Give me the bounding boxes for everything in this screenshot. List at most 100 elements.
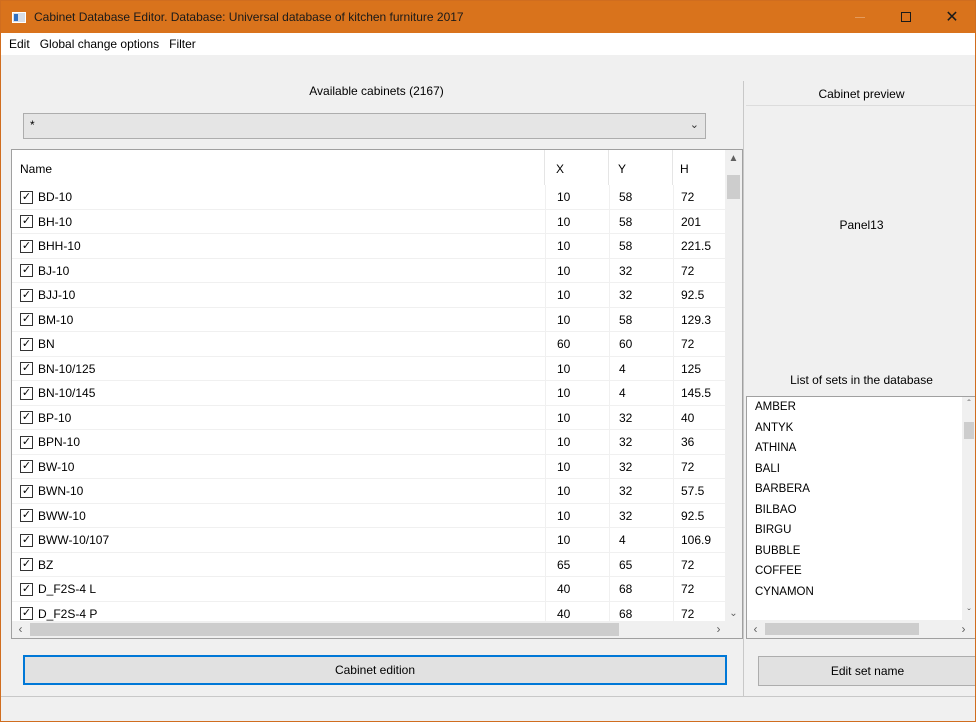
checkbox[interactable]: ✓ bbox=[20, 337, 33, 351]
scroll-down-icon[interactable]: ˇ bbox=[962, 608, 975, 619]
table-row[interactable]: ✓ BN-10/145 10 4 145.5 bbox=[12, 381, 727, 406]
cabinet-edition-button[interactable]: Cabinet edition bbox=[23, 655, 727, 685]
column-header-name[interactable]: Name bbox=[12, 150, 545, 185]
table-row[interactable]: ✓ D_F2S-4 L 40 68 72 bbox=[12, 577, 727, 602]
checkbox[interactable]: ✓ bbox=[20, 607, 33, 620]
cabinet-name: BW-10 bbox=[38, 459, 75, 474]
name-cell: ✓ BD-10 bbox=[12, 185, 545, 209]
list-item[interactable]: BILBAO bbox=[747, 500, 975, 521]
scroll-left-icon[interactable]: ‹ bbox=[12, 621, 29, 638]
list-item[interactable]: BUBBLE bbox=[747, 541, 975, 562]
list-item[interactable]: ANTYK bbox=[747, 418, 975, 439]
cabinet-name: BPN-10 bbox=[38, 435, 81, 449]
scroll-down-icon[interactable]: ⌄ bbox=[725, 605, 742, 622]
name-cell: ✓ BZ bbox=[12, 553, 545, 577]
table-row[interactable]: ✓ BD-10 10 58 72 bbox=[12, 185, 727, 210]
cabinet-name: BN-10/145 bbox=[38, 386, 96, 400]
checkbox[interactable]: ✓ bbox=[20, 264, 33, 277]
scroll-thumb[interactable] bbox=[727, 175, 740, 199]
sets-list-header: List of sets in the database bbox=[790, 373, 933, 387]
scroll-up-icon[interactable]: ▲ bbox=[725, 150, 742, 167]
table-row[interactable]: ✓ BWN-10 10 32 57.5 bbox=[12, 479, 727, 504]
sets-vertical-scrollbar[interactable]: ˆ ˇ bbox=[962, 397, 975, 621]
title-bar[interactable]: Cabinet Database Editor. Database: Unive… bbox=[1, 1, 975, 33]
grid-horizontal-scrollbar[interactable]: ‹ › bbox=[12, 621, 727, 638]
table-row[interactable]: ✓ BH-10 10 58 201 bbox=[12, 209, 727, 234]
list-item[interactable]: CYNAMON bbox=[747, 582, 975, 603]
list-item[interactable]: ATHINA bbox=[747, 438, 975, 459]
menu-filter[interactable]: Filter bbox=[164, 34, 201, 54]
table-row[interactable]: ✓ BPN-10 10 32 36 bbox=[12, 430, 727, 455]
table-row[interactable]: ✓ BWW-10/107 10 4 106.9 bbox=[12, 528, 727, 553]
menu-edit[interactable]: Edit bbox=[4, 34, 35, 54]
checkbox[interactable]: ✓ bbox=[20, 313, 33, 326]
column-header-h[interactable]: H bbox=[673, 150, 727, 185]
x-cell: 10 bbox=[545, 381, 609, 405]
list-item[interactable]: COFFEE bbox=[747, 561, 975, 582]
checkbox[interactable]: ✓ bbox=[20, 190, 33, 204]
list-item[interactable]: BIRGU bbox=[747, 520, 975, 541]
y-cell: 4 bbox=[609, 381, 673, 405]
scroll-up-icon[interactable]: ˆ bbox=[962, 399, 975, 410]
minimize-button[interactable] bbox=[837, 1, 883, 33]
h-cell: 72 bbox=[673, 577, 727, 601]
edit-set-name-button[interactable]: Edit set name bbox=[758, 656, 975, 686]
name-cell: ✓ BWN-10 bbox=[12, 479, 545, 503]
checkbox[interactable]: ✓ bbox=[20, 215, 33, 228]
maximize-button[interactable] bbox=[883, 1, 929, 33]
table-row[interactable]: ✓ BN 60 60 72 bbox=[12, 332, 727, 357]
checkbox[interactable]: ✓ bbox=[20, 435, 33, 449]
table-row[interactable]: ✓ BN-10/125 10 4 125 bbox=[12, 356, 727, 381]
close-button[interactable]: ✕ bbox=[929, 1, 975, 33]
list-item[interactable]: AMBER bbox=[747, 397, 975, 418]
table-row[interactable]: ✓ BZ 65 65 72 bbox=[12, 552, 727, 577]
table-row[interactable]: ✓ BM-10 10 58 129.3 bbox=[12, 307, 727, 332]
scroll-right-icon[interactable]: › bbox=[955, 620, 972, 638]
filter-combobox[interactable]: * ⌄ bbox=[23, 113, 706, 139]
list-item[interactable]: BALI bbox=[747, 459, 975, 480]
vertical-splitter[interactable] bbox=[743, 81, 744, 696]
x-cell: 10 bbox=[545, 454, 609, 479]
column-header-x[interactable]: X bbox=[545, 150, 609, 185]
name-cell: ✓ BPN-10 bbox=[12, 430, 545, 454]
table-row[interactable]: ✓ BP-10 10 32 40 bbox=[12, 405, 727, 430]
chevron-down-icon[interactable]: ⌄ bbox=[690, 118, 699, 131]
scroll-thumb[interactable] bbox=[964, 422, 974, 439]
table-row[interactable]: ✓ BW-10 10 32 72 bbox=[12, 454, 727, 479]
name-cell: ✓ BN-10/125 bbox=[12, 357, 545, 381]
menu-global-change-options[interactable]: Global change options bbox=[35, 34, 164, 54]
checkbox[interactable]: ✓ bbox=[20, 288, 33, 302]
checkbox[interactable]: ✓ bbox=[20, 484, 33, 498]
table-row[interactable]: ✓ BJJ-10 10 32 92.5 bbox=[12, 283, 727, 308]
name-cell: ✓ BJJ-10 bbox=[12, 283, 545, 307]
checkbox[interactable]: ✓ bbox=[20, 411, 33, 424]
sets-listbox: AMBER ANTYK ATHINA BALI BARBERA BILBAO B… bbox=[746, 396, 975, 639]
table-row[interactable]: ✓ BJ-10 10 32 72 bbox=[12, 258, 727, 283]
checkbox[interactable]: ✓ bbox=[20, 533, 33, 547]
list-item[interactable]: BARBERA bbox=[747, 479, 975, 500]
scroll-left-icon[interactable]: ‹ bbox=[747, 620, 764, 638]
scroll-corner bbox=[725, 621, 742, 638]
grid-vertical-scrollbar[interactable]: ▲ ⌄ bbox=[725, 150, 742, 622]
checkbox[interactable]: ✓ bbox=[20, 558, 33, 571]
y-cell: 58 bbox=[609, 234, 673, 258]
checkbox[interactable]: ✓ bbox=[20, 386, 33, 400]
checkbox[interactable]: ✓ bbox=[20, 582, 33, 596]
checkbox[interactable]: ✓ bbox=[20, 362, 33, 375]
y-cell: 32 bbox=[609, 283, 673, 307]
checkbox[interactable]: ✓ bbox=[20, 239, 33, 253]
name-cell: ✓ BWW-10/107 bbox=[12, 528, 545, 552]
column-header-y[interactable]: Y bbox=[609, 150, 673, 185]
y-cell: 60 bbox=[609, 332, 673, 356]
checkbox[interactable]: ✓ bbox=[20, 509, 33, 522]
sets-horizontal-scrollbar[interactable]: ‹ › bbox=[747, 620, 975, 638]
scroll-thumb[interactable] bbox=[765, 623, 919, 635]
menu-bar: Edit Global change options Filter bbox=[1, 33, 975, 55]
table-row[interactable]: ✓ BHH-10 10 58 221.5 bbox=[12, 234, 727, 259]
cabinet-name: BWW-10/107 bbox=[38, 533, 110, 547]
scroll-thumb[interactable] bbox=[30, 623, 619, 636]
cabinet-name: BD-10 bbox=[38, 190, 73, 204]
checkbox[interactable]: ✓ bbox=[20, 460, 33, 473]
x-cell: 10 bbox=[545, 356, 609, 381]
table-row[interactable]: ✓ BWW-10 10 32 92.5 bbox=[12, 503, 727, 528]
